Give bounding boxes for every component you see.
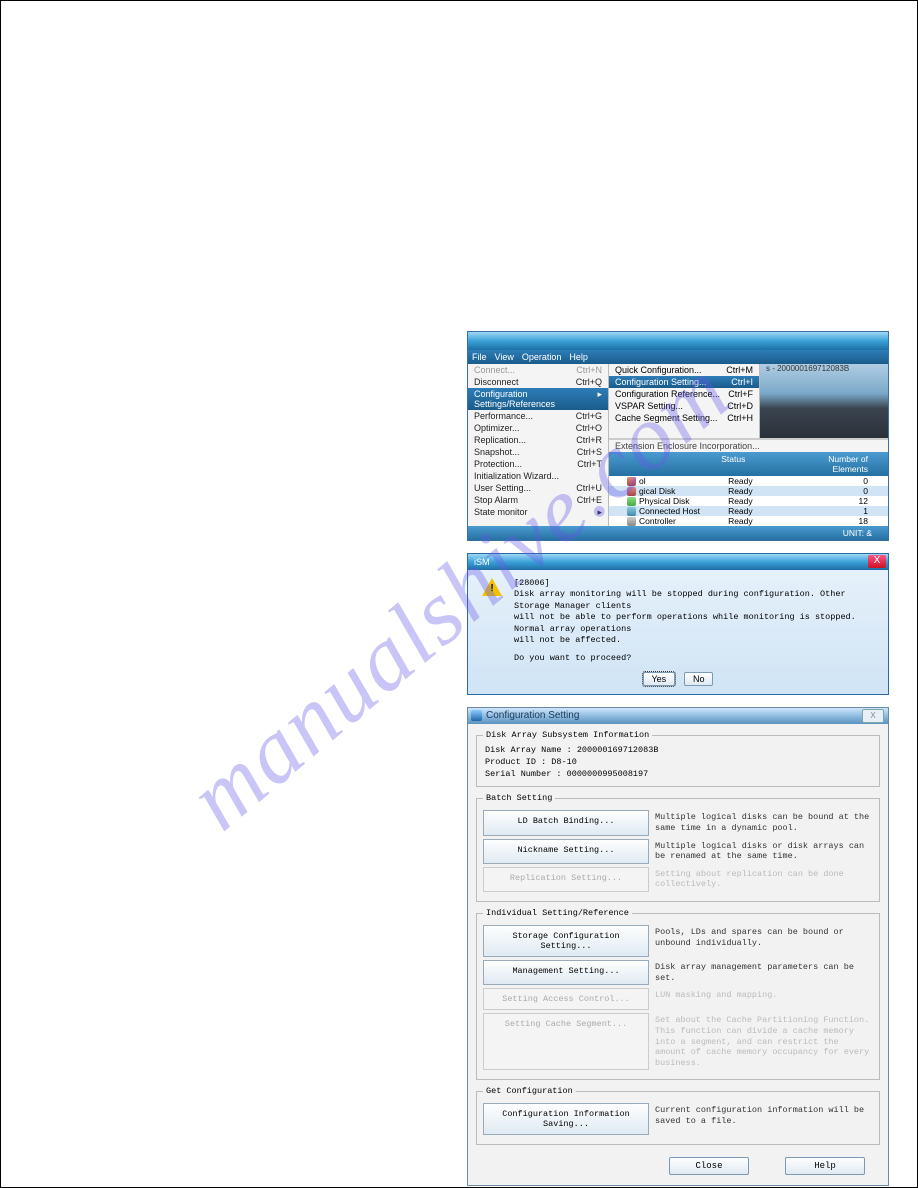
window-titlebar bbox=[468, 332, 888, 350]
dialog-titlebar: iSM X bbox=[468, 554, 888, 570]
option-button: Replication Setting... bbox=[483, 867, 649, 892]
group-disk-array-info: Disk Array Subsystem Information Disk Ar… bbox=[476, 730, 880, 787]
menu-item[interactable]: Snapshot...Ctrl+S bbox=[468, 446, 608, 458]
option-row: Storage Configuration Setting...Pools, L… bbox=[483, 925, 873, 957]
app-icon bbox=[471, 710, 482, 721]
menu-item[interactable]: Replication...Ctrl+R bbox=[468, 434, 608, 446]
option-description: LUN masking and mapping. bbox=[655, 988, 873, 1010]
menu-help[interactable]: Help bbox=[569, 352, 588, 362]
submenu-item[interactable]: Configuration Reference...Ctrl+F bbox=[609, 388, 759, 400]
submenu-item[interactable]: Configuration Setting...Ctrl+I bbox=[609, 376, 759, 388]
row-icon bbox=[627, 507, 636, 516]
close-icon[interactable]: X bbox=[868, 555, 886, 568]
close-icon[interactable]: X bbox=[862, 709, 884, 723]
row-icon bbox=[627, 517, 636, 526]
option-description: Multiple logical disks or disk arrays ca… bbox=[655, 839, 873, 864]
row-icon bbox=[627, 477, 636, 486]
legend-batch: Batch Setting bbox=[483, 793, 555, 803]
info-serial-number: Serial Number : 0000000995008197 bbox=[483, 768, 873, 780]
menu-item[interactable]: Stop AlarmCtrl+E bbox=[468, 494, 608, 506]
option-row: Replication Setting...Setting about repl… bbox=[483, 867, 873, 892]
option-button: Setting Access Control... bbox=[483, 988, 649, 1010]
option-row: Management Setting...Disk array manageme… bbox=[483, 960, 873, 985]
table-row[interactable]: Physical DiskReady12 bbox=[609, 496, 888, 506]
table-row[interactable]: Connected HostReady1 bbox=[609, 506, 888, 516]
status-bar: UNIT: & bbox=[468, 526, 888, 540]
dialog-title: iSM bbox=[474, 557, 490, 567]
menu-item[interactable]: Optimizer...Ctrl+O bbox=[468, 422, 608, 434]
option-description: Multiple logical disks can be bound at t… bbox=[655, 810, 873, 835]
info-disk-array-name: Disk Array Name : 200000169712083B bbox=[483, 744, 873, 756]
option-description: Set about the Cache Partitioning Functio… bbox=[655, 1013, 873, 1070]
option-row: Configuration Information Saving...Curre… bbox=[483, 1103, 873, 1135]
option-description: Setting about replication can be done co… bbox=[655, 867, 873, 892]
table-row[interactable]: gical DiskReady0 bbox=[609, 486, 888, 496]
dialog-title: Configuration Setting bbox=[486, 710, 579, 721]
configuration-setting-dialog: Configuration Setting X Disk Array Subsy… bbox=[467, 707, 889, 1186]
legend-get: Get Configuration bbox=[483, 1086, 576, 1096]
option-button[interactable]: Management Setting... bbox=[483, 960, 649, 985]
menu-operation[interactable]: Operation bbox=[522, 352, 562, 362]
menu-item[interactable]: User Setting...Ctrl+U bbox=[468, 482, 608, 494]
ism-main-window: File View Operation Help Connect...Ctrl+… bbox=[467, 331, 889, 541]
group-individual-setting: Individual Setting/Reference Storage Con… bbox=[476, 908, 880, 1080]
device-id-text: s - 200000169712083B bbox=[766, 364, 849, 373]
config-submenu: Quick Configuration...Ctrl+MConfiguratio… bbox=[609, 364, 760, 438]
menu-item[interactable]: Configuration Settings/References▸ bbox=[468, 388, 608, 410]
option-button[interactable]: Nickname Setting... bbox=[483, 839, 649, 864]
option-row: Setting Cache Segment...Set about the Ca… bbox=[483, 1013, 873, 1070]
table-row[interactable]: olReady0 bbox=[609, 476, 888, 486]
group-batch-setting: Batch Setting LD Batch Binding...Multipl… bbox=[476, 793, 880, 902]
row-icon bbox=[627, 497, 636, 506]
menu-item[interactable]: DisconnectCtrl+Q bbox=[468, 376, 608, 388]
help-button[interactable]: Help bbox=[785, 1157, 865, 1175]
option-row: Setting Access Control... LUN masking and… bbox=[483, 988, 873, 1010]
submenu-item[interactable]: VSPAR Setting...Ctrl+D bbox=[609, 400, 759, 412]
submenu-item[interactable]: Quick Configuration...Ctrl+M bbox=[609, 364, 759, 376]
menu-item[interactable]: Connect...Ctrl+N bbox=[468, 364, 608, 376]
option-description: Current configuration information will b… bbox=[655, 1103, 873, 1135]
dialog-message: [28006] Disk array monitoring will be st… bbox=[514, 578, 874, 664]
info-product-id: Product ID : D8-10 bbox=[483, 756, 873, 768]
table-header: Status Number of Elements bbox=[609, 452, 888, 476]
file-menu-dropdown: Connect...Ctrl+NDisconnectCtrl+QConfigur… bbox=[468, 364, 609, 526]
option-row: LD Batch Binding...Multiple logical disk… bbox=[483, 810, 873, 835]
device-preview-pane: s - 200000169712083B bbox=[760, 364, 888, 438]
warning-icon bbox=[482, 578, 502, 598]
menu-view[interactable]: View bbox=[495, 352, 514, 362]
menu-item-extension-enclosure[interactable]: Extension Enclosure Incorporation... bbox=[609, 439, 888, 452]
menu-item[interactable]: Performance...Ctrl+G bbox=[468, 410, 608, 422]
option-button[interactable]: LD Batch Binding... bbox=[483, 810, 649, 835]
group-get-configuration: Get Configuration Configuration Informat… bbox=[476, 1086, 880, 1145]
legend-info: Disk Array Subsystem Information bbox=[483, 730, 652, 740]
legend-individual: Individual Setting/Reference bbox=[483, 908, 632, 918]
yes-button[interactable]: Yes bbox=[643, 672, 676, 686]
close-button[interactable]: Close bbox=[669, 1157, 749, 1175]
confirm-dialog: iSM X [28006] Disk array monitoring will… bbox=[467, 553, 889, 695]
menu-item[interactable]: Protection...Ctrl+T bbox=[468, 458, 608, 470]
row-icon bbox=[627, 487, 636, 496]
no-button[interactable]: No bbox=[684, 672, 714, 686]
menu-item[interactable]: State monitor▸ bbox=[468, 506, 608, 519]
menu-file[interactable]: File bbox=[472, 352, 487, 362]
dialog-titlebar: Configuration Setting X bbox=[468, 708, 888, 724]
submenu-item[interactable]: Cache Segment Setting...Ctrl+H bbox=[609, 412, 759, 424]
option-button[interactable]: Configuration Information Saving... bbox=[483, 1103, 649, 1135]
option-description: Disk array management parameters can be … bbox=[655, 960, 873, 985]
option-description: Pools, LDs and spares can be bound or un… bbox=[655, 925, 873, 957]
option-row: Nickname Setting...Multiple logical disk… bbox=[483, 839, 873, 864]
option-button[interactable]: Storage Configuration Setting... bbox=[483, 925, 649, 957]
table-row[interactable]: ControllerReady18 bbox=[609, 516, 888, 526]
option-button: Setting Cache Segment... bbox=[483, 1013, 649, 1070]
menu-item[interactable]: Initialization Wizard... bbox=[468, 470, 608, 482]
menubar: File View Operation Help bbox=[468, 350, 888, 364]
